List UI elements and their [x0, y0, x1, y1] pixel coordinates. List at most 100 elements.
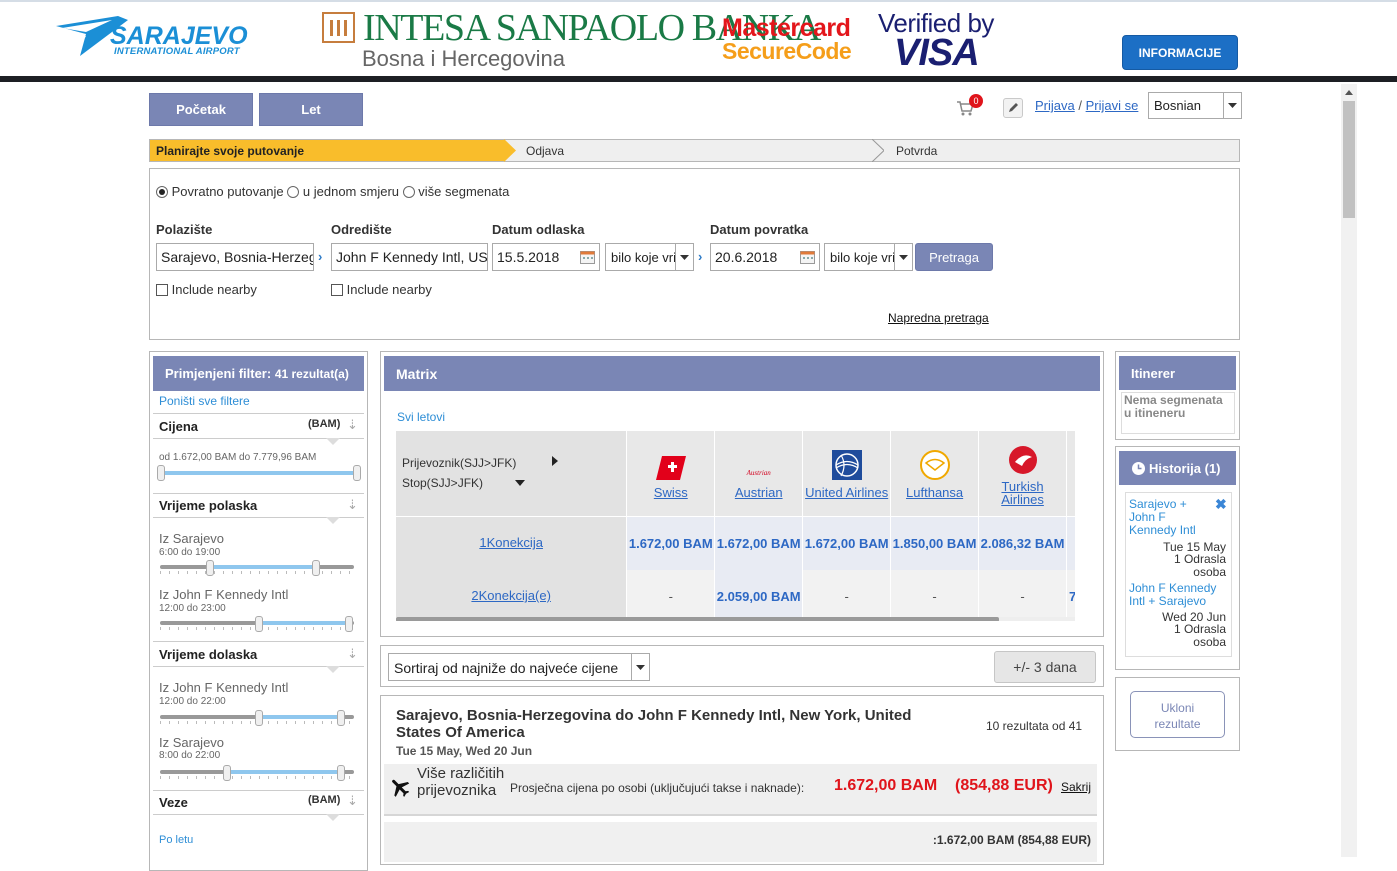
- history-segment-1-pax: 1 Odrasla osoba: [1173, 552, 1226, 579]
- price-unit: (BAM): [308, 418, 341, 430]
- airline-austrian[interactable]: Austrian Austrian: [714, 431, 804, 516]
- edit-icon[interactable]: [1003, 98, 1023, 118]
- flight-button[interactable]: Let: [259, 93, 363, 126]
- chevron-down-icon: [631, 654, 649, 680]
- arr-from-jfk-label: Iz John F Kennedy Intl: [159, 680, 289, 695]
- home-button[interactable]: Početak: [149, 93, 253, 126]
- clock-icon: [1132, 461, 1145, 475]
- radio-roundtrip[interactable]: [156, 186, 168, 198]
- airline-lufthansa[interactable]: Lufthansa: [890, 431, 980, 516]
- matrix-scrollbar[interactable]: [396, 617, 1075, 621]
- arr-from-jfk-range: 12:00 do 22:00: [159, 696, 226, 707]
- date-range-button[interactable]: +/- 3 dana: [994, 651, 1096, 683]
- return-time-select[interactable]: bilo koje vrijeme: [824, 243, 913, 271]
- price-slider-max-handle[interactable]: [353, 465, 361, 481]
- matrix-cell-price[interactable]: 2.059,00 BAM: [714, 570, 804, 621]
- history-segment-2-route[interactable]: John F Kennedy Intl + Sarajevo: [1129, 582, 1229, 608]
- calendar-icon[interactable]: [580, 250, 595, 264]
- history-title: Historija (1): [1149, 460, 1221, 476]
- arr-sarajevo-max-handle[interactable]: [337, 765, 345, 781]
- dest-nearby-checkbox[interactable]: [331, 284, 343, 296]
- origin-nearby-checkbox[interactable]: [156, 284, 168, 296]
- return-date-input[interactable]: 20.6.2018: [710, 243, 820, 271]
- radio-roundtrip-label: Povratno putovanje: [171, 184, 284, 199]
- airline-turkish[interactable]: Turkish Airlines: [978, 431, 1067, 516]
- matrix-cell-price[interactable]: 1.672,00 BAM: [802, 516, 892, 570]
- sort-select-value: Sortiraj od najniže do najveće cijene: [394, 660, 619, 676]
- history-segment-1-route[interactable]: Sarajevo + John F Kennedy Intl: [1129, 498, 1209, 537]
- dep-sarajevo-max-handle[interactable]: [312, 560, 320, 576]
- triangle-down-icon[interactable]: [515, 480, 525, 486]
- dep-from-jfk-label: Iz John F Kennedy Intl: [159, 587, 289, 602]
- advanced-search-link[interactable]: Napredna pretraga: [888, 311, 989, 325]
- arr-sarajevo-min-handle[interactable]: [223, 765, 231, 781]
- reset-filters-link[interactable]: Poništi sve filtere: [159, 394, 250, 408]
- booking-steps: Planirajte svoje putovanje Odjava Potvrd…: [149, 139, 1240, 162]
- result-route-title: Sarajevo, Bosnia-Herzegovina do John F K…: [396, 707, 912, 741]
- destination-input[interactable]: John F Kennedy Intl, USA: [331, 243, 488, 271]
- dest-nearby-label: Include nearby: [346, 282, 432, 297]
- close-icon[interactable]: ✖: [1215, 496, 1227, 513]
- matrix-header: Matrix: [384, 356, 1100, 391]
- info-button[interactable]: INFORMACIJE: [1122, 35, 1238, 70]
- chevron-down-icon: [894, 244, 912, 270]
- sort-select[interactable]: Sortiraj od najniže do najveće cijene: [388, 653, 650, 681]
- chevron-down-icon: [675, 244, 693, 270]
- sort-arrow-icon[interactable]: ⇣: [347, 497, 358, 513]
- signup-link[interactable]: Prijavi se: [1086, 98, 1139, 113]
- page-scrollbar[interactable]: [1341, 84, 1357, 857]
- dep-jfk-min-handle[interactable]: [255, 616, 263, 632]
- radio-oneway-label: u jednom smjeru: [302, 184, 400, 199]
- matrix-cell-price[interactable]: 1.850,00 BAM: [890, 516, 980, 570]
- matrix-cell-price[interactable]: 1.672,00 BAM: [626, 516, 716, 570]
- radio-oneway[interactable]: [287, 186, 300, 198]
- itinerary-empty-text: Nema segmenata u itineneru: [1121, 392, 1235, 434]
- matrix-cell-price[interactable]: 1.672,00 BAM: [714, 516, 804, 570]
- language-select[interactable]: Bosnian: [1148, 92, 1242, 119]
- sort-arrow-icon[interactable]: ⇣: [347, 646, 358, 662]
- radio-multisegment[interactable]: [402, 186, 415, 198]
- origin-input[interactable]: Sarajevo, Bosnia-Herzegovina: [156, 243, 314, 271]
- dep-sarajevo-min-handle[interactable]: [206, 560, 214, 576]
- price-slider-min-handle[interactable]: [157, 465, 165, 481]
- dest-nearby: Include nearby: [331, 282, 432, 297]
- all-flights-link[interactable]: Svi letovi: [397, 410, 445, 424]
- dep-from-sarajevo-label: Iz Sarajevo: [159, 531, 225, 546]
- matrix-scrollbar-thumb[interactable]: [396, 617, 999, 621]
- matrix-cell-price: -: [626, 570, 716, 621]
- dep-jfk-max-handle[interactable]: [345, 616, 353, 632]
- triangle-right-icon[interactable]: [552, 456, 558, 466]
- calendar-icon[interactable]: [800, 250, 815, 264]
- chevron-right-icon: ›: [698, 249, 703, 264]
- page-scrollbar-thumb[interactable]: [1343, 101, 1355, 218]
- depart-date-input[interactable]: 15.5.2018: [492, 243, 600, 271]
- scroll-up-icon[interactable]: [1345, 90, 1353, 95]
- airline-united[interactable]: United Airlines: [802, 431, 892, 516]
- arr-jfk-min-handle[interactable]: [255, 710, 263, 726]
- arr-sarajevo-slider[interactable]: [160, 770, 354, 774]
- lufthansa-logo-icon: [919, 449, 950, 480]
- depart-date-label: Datum odlaska: [492, 222, 585, 237]
- depart-time-select[interactable]: bilo koje vrijeme: [605, 243, 694, 271]
- matrix-corner: Prijevoznik(SJJ>JFK) Stop(SJJ>JFK): [396, 431, 628, 516]
- step-arrow-active: [504, 139, 516, 162]
- price-slider[interactable]: [160, 471, 358, 475]
- matrix-row-1-label[interactable]: 1Konekcija: [396, 516, 628, 570]
- price-filter-title: Cijena: [159, 419, 199, 434]
- search-button[interactable]: Pretraga: [915, 243, 993, 271]
- result-summary-row[interactable]: Više različitih prijevoznika Prosječna c…: [384, 764, 1097, 816]
- trip-type-group: Povratno putovanje u jednom smjeru više …: [156, 184, 509, 199]
- arr-jfk-max-handle[interactable]: [337, 710, 345, 726]
- matrix-row-2-label[interactable]: 2Konekcija(e): [396, 570, 628, 621]
- remove-results-panel: Ukloni rezultate: [1115, 677, 1240, 751]
- sort-arrow-icon[interactable]: ⇣: [347, 417, 358, 433]
- hide-details-link[interactable]: Sakrij: [1061, 780, 1091, 794]
- remove-results-button[interactable]: Ukloni rezultate: [1130, 691, 1225, 738]
- dep-sarajevo-slider[interactable]: [160, 565, 354, 569]
- sort-arrow-icon[interactable]: ⇣: [347, 793, 358, 809]
- result-total-row: :1.672,00 BAM (854,88 EUR): [384, 822, 1097, 862]
- matrix-cell-price[interactable]: 2.086,32 BAM: [978, 516, 1067, 570]
- login-link[interactable]: Prijava: [1035, 98, 1075, 113]
- origin-nearby-label: Include nearby: [171, 282, 257, 297]
- airline-swiss[interactable]: Swiss: [626, 431, 716, 516]
